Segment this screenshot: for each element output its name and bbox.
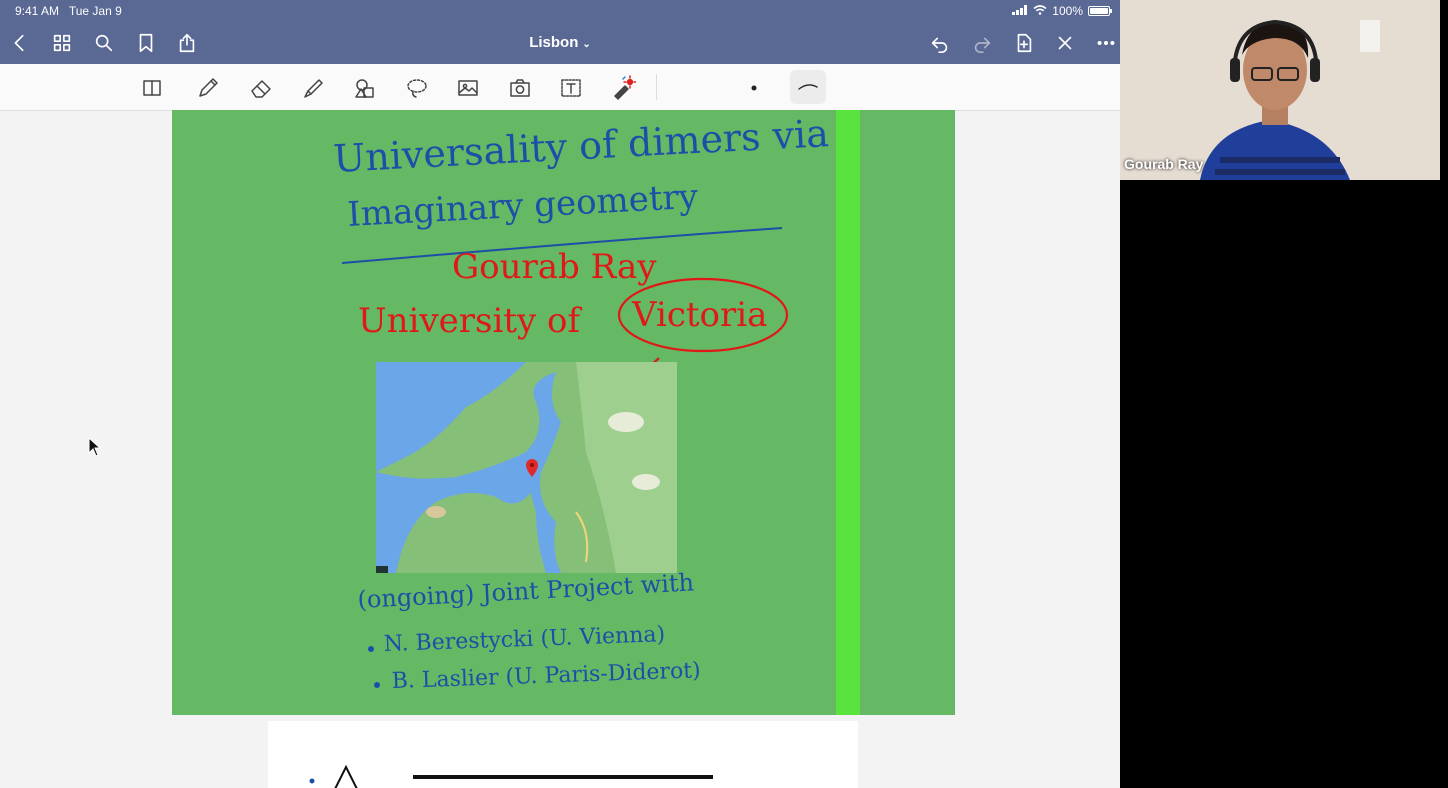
next-page-preview[interactable] [268, 721, 858, 788]
bullet-icon [368, 646, 374, 652]
laser-pointer-icon[interactable] [609, 74, 637, 102]
reader-icon[interactable] [138, 74, 166, 102]
battery-icon [1088, 6, 1112, 16]
drawing-toolbar [0, 64, 1120, 111]
participant-video[interactable] [1120, 0, 1440, 180]
slide-title-line2: Imaginary geometry [346, 177, 699, 235]
next-page-ink [309, 764, 713, 788]
chevron-down-icon: ⌄ [582, 39, 591, 50]
collaborator-1: N. Berestycki (U. Vienna) [383, 622, 665, 657]
camera-icon[interactable] [506, 74, 534, 102]
image-icon[interactable] [454, 74, 482, 102]
slide-affiliation: University of [358, 301, 582, 341]
stroke-curve-icon[interactable] [790, 70, 826, 104]
redo-icon[interactable] [970, 31, 994, 55]
navigation-bar: Lisbon ⌄ [0, 22, 1120, 64]
highlighter-icon[interactable] [299, 74, 327, 102]
person-avatar [1120, 0, 1440, 180]
slide-title-line1: Universality of dimers via [332, 111, 830, 181]
signal-icon [1012, 4, 1028, 18]
document-title[interactable]: Lisbon ⌄ [0, 34, 1120, 51]
undo-icon[interactable] [928, 31, 952, 55]
wifi-icon [1033, 4, 1047, 18]
eraser-icon[interactable] [247, 74, 275, 102]
notes-app: 9:41 AM Tue Jan 9 100% Lisbon ⌄ Universa… [0, 0, 1120, 788]
shapes-icon[interactable] [351, 74, 379, 102]
map-pin-icon [526, 459, 538, 477]
toolbar-divider [656, 74, 657, 100]
slide-author: Gourab Ray [452, 247, 657, 287]
participant-name: Gourab Ray [1124, 156, 1204, 172]
lasso-icon[interactable] [403, 74, 431, 102]
status-right: 100% [1012, 4, 1112, 18]
bullet-icon [374, 682, 380, 688]
slide-affiliation-circled: Victoria [631, 295, 767, 335]
battery-percent: 100% [1052, 4, 1083, 18]
collaborator-2: B. Laslier (U. Paris-Diderot) [391, 658, 701, 694]
slide-page[interactable]: Universality of dimers via Imaginary geo… [172, 110, 955, 715]
pen-icon[interactable] [194, 74, 222, 102]
status-bar: 9:41 AM Tue Jan 9 100% [0, 0, 1120, 22]
status-time: 9:41 AM Tue Jan 9 [15, 4, 122, 18]
mouse-cursor-icon [88, 437, 102, 457]
add-page-icon[interactable] [1012, 31, 1036, 55]
stroke-dot-icon[interactable] [740, 74, 768, 102]
project-line: (ongoing) Joint Project with [357, 568, 695, 614]
text-icon[interactable] [557, 74, 585, 102]
more-icon[interactable] [1094, 31, 1118, 55]
close-icon[interactable] [1053, 31, 1077, 55]
empty-video-area [1127, 180, 1448, 788]
